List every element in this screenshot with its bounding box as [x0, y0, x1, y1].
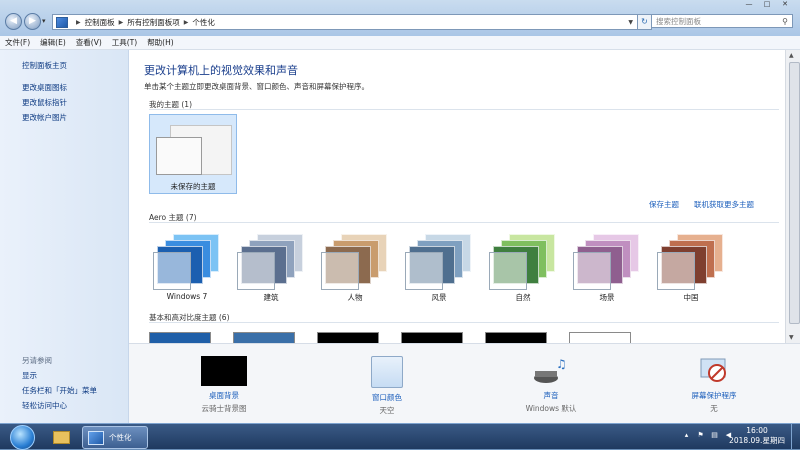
theme-tile-aero[interactable]: 场景 — [569, 234, 645, 306]
window-color-value: 天空 — [379, 406, 395, 415]
theme-tile-aero[interactable]: Windows 7 — [149, 234, 225, 306]
scroll-up-icon[interactable]: ▲ — [789, 52, 794, 59]
breadcrumb-item[interactable]: 个性化 — [192, 17, 215, 28]
scroll-thumb[interactable] — [789, 62, 800, 324]
desktop-background-value: 云骑士背景图 — [201, 404, 247, 413]
screen-saver-icon — [691, 356, 737, 386]
forward-button[interactable]: ▶ — [24, 13, 41, 30]
theme-tile-aero[interactable]: 中国 — [653, 234, 729, 306]
window-color-item[interactable]: 窗口颜色 天空 — [327, 356, 447, 416]
sounds-icon: ♫ — [528, 356, 574, 386]
theme-label: 风景 — [431, 293, 447, 302]
window-color-label[interactable]: 窗口颜色 — [327, 392, 447, 403]
minimize-button[interactable]: — — [740, 0, 758, 9]
sidebar-link-desktop-icons[interactable]: 更改桌面图标 — [22, 82, 67, 93]
breadcrumb-item[interactable]: 所有控制面板项 — [127, 17, 180, 28]
breadcrumb-item[interactable]: 控制面板 — [85, 17, 115, 28]
back-button[interactable]: ◀ — [5, 13, 22, 30]
window-color-icon — [371, 356, 403, 388]
theme-label: 未保存的主题 — [170, 182, 216, 191]
sounds-item[interactable]: ♫ 声音 Windows 默认 — [491, 356, 611, 414]
desktop-background-icon — [201, 356, 247, 386]
theme-label: 场景 — [599, 293, 615, 302]
personalization-window: ◀ ▶ ▾ ▶ 控制面板 ▶ 所有控制面板项 ▶ 个性化 ▼ ↻ 搜索控制面板 … — [0, 0, 800, 423]
page-subtitle: 单击某个主题立即更改桌面背景、窗口颜色、声音和屏幕保护程序。 — [144, 82, 369, 91]
clock[interactable]: 16:00 2018.09.星期四 — [726, 426, 788, 446]
refresh-button[interactable]: ↻ — [637, 14, 652, 30]
theme-label: 建筑 — [263, 293, 279, 302]
sidebar-link-mouse-pointers[interactable]: 更改鼠标指针 — [22, 97, 67, 108]
sounds-value: Windows 默认 — [525, 404, 577, 413]
theme-tile-aero[interactable]: 自然 — [485, 234, 561, 306]
menu-file[interactable]: 文件(F) — [0, 36, 35, 49]
search-placeholder: 搜索控制面板 — [656, 17, 701, 26]
maximize-button[interactable]: □ — [758, 0, 776, 9]
menu-view[interactable]: 查看(V) — [71, 36, 107, 49]
menu-tools[interactable]: 工具(T) — [107, 36, 142, 49]
sidebar-link-home[interactable]: 控制面板主页 — [22, 60, 67, 71]
menu-edit[interactable]: 编辑(E) — [35, 36, 71, 49]
theme-settings-bar: 桌面背景 云骑士背景图 窗口颜色 天空 ♫ 声音 Windows 默认 屏幕保护… — [129, 343, 800, 423]
window-controls: — □ ✕ — [740, 0, 794, 9]
taskbar-personalization-button[interactable]: 个性化 — [82, 426, 148, 449]
clock-time: 16:00 — [746, 426, 768, 435]
page-title: 更改计算机上的视觉效果和声音 — [144, 64, 298, 77]
desktop-background-label[interactable]: 桌面背景 — [164, 390, 284, 401]
see-also-taskbar[interactable]: 任务栏和「开始」菜单 — [22, 385, 97, 396]
save-theme-link[interactable]: 保存主题 — [649, 199, 679, 210]
network-icon[interactable]: ▤ — [710, 431, 719, 440]
taskbar: 个性化 ▴ ⚑ ▤ ◀ 16:00 2018.09.星期四 — [0, 423, 800, 450]
sounds-label[interactable]: 声音 — [491, 390, 611, 401]
theme-tile-aero[interactable]: 人物 — [317, 234, 393, 306]
taskbar-explorer-button[interactable] — [44, 427, 76, 447]
theme-label: 中国 — [683, 293, 699, 302]
search-icon[interactable]: ⚲ — [782, 15, 788, 29]
theme-tile-aero[interactable]: 风景 — [401, 234, 477, 306]
control-panel-icon — [88, 431, 104, 445]
show-desktop-button[interactable] — [791, 424, 800, 449]
theme-label: 自然 — [515, 293, 531, 302]
taskbar-window-title: 个性化 — [109, 433, 132, 442]
vertical-scrollbar[interactable]: ▲ ▼ — [785, 50, 800, 343]
screen-saver-label[interactable]: 屏幕保护程序 — [654, 390, 774, 401]
history-dropdown-icon[interactable]: ▾ — [42, 17, 46, 25]
menu-help[interactable]: 帮助(H) — [142, 36, 179, 49]
breadcrumb[interactable]: ▶ 控制面板 ▶ 所有控制面板项 ▶ 个性化 ▼ — [52, 14, 638, 30]
folder-icon — [53, 431, 70, 444]
flag-icon[interactable]: ⚑ — [696, 431, 705, 440]
see-also-ease-of-access[interactable]: 轻松访问中心 — [22, 400, 67, 411]
control-panel-icon — [56, 16, 68, 28]
screen-saver-item[interactable]: 屏幕保护程序 无 — [654, 356, 774, 414]
theme-label: Windows 7 — [166, 292, 208, 301]
sidebar: 控制面板主页 更改桌面图标 更改鼠标指针 更改帐户图片 另请参阅 显示 任务栏和… — [0, 50, 129, 423]
theme-tile-aero[interactable]: 建筑 — [233, 234, 309, 306]
search-input[interactable]: 搜索控制面板 ⚲ — [651, 14, 793, 28]
start-button[interactable] — [10, 425, 35, 450]
address-dropdown-icon[interactable]: ▼ — [628, 19, 633, 26]
theme-label: 人物 — [347, 293, 363, 302]
screen-saver-value: 无 — [710, 404, 718, 413]
theme-tile-unsaved[interactable]: 未保存的主题 — [149, 114, 237, 194]
menu-bar: 文件(F) 编辑(E) 查看(V) 工具(T) 帮助(H) — [0, 36, 800, 50]
see-also-heading: 另请参阅 — [22, 356, 52, 365]
main-content: 更改计算机上的视觉效果和声音 单击某个主题立即更改桌面背景、窗口颜色、声音和屏幕… — [129, 50, 800, 345]
scroll-down-icon[interactable]: ▼ — [789, 334, 794, 341]
get-more-themes-link[interactable]: 联机获取更多主题 — [694, 199, 754, 210]
show-hidden-icons-icon[interactable]: ▴ — [682, 431, 691, 440]
address-bar-area: ◀ ▶ ▾ ▶ 控制面板 ▶ 所有控制面板项 ▶ 个性化 ▼ ↻ 搜索控制面板 … — [0, 0, 800, 37]
desktop-background-item[interactable]: 桌面背景 云骑士背景图 — [164, 356, 284, 414]
close-button[interactable]: ✕ — [776, 0, 794, 9]
sidebar-link-account-picture[interactable]: 更改帐户图片 — [22, 112, 67, 123]
clock-date: 2018.09.星期四 — [729, 436, 785, 445]
see-also-display[interactable]: 显示 — [22, 370, 37, 381]
svg-text:♫: ♫ — [556, 357, 567, 371]
